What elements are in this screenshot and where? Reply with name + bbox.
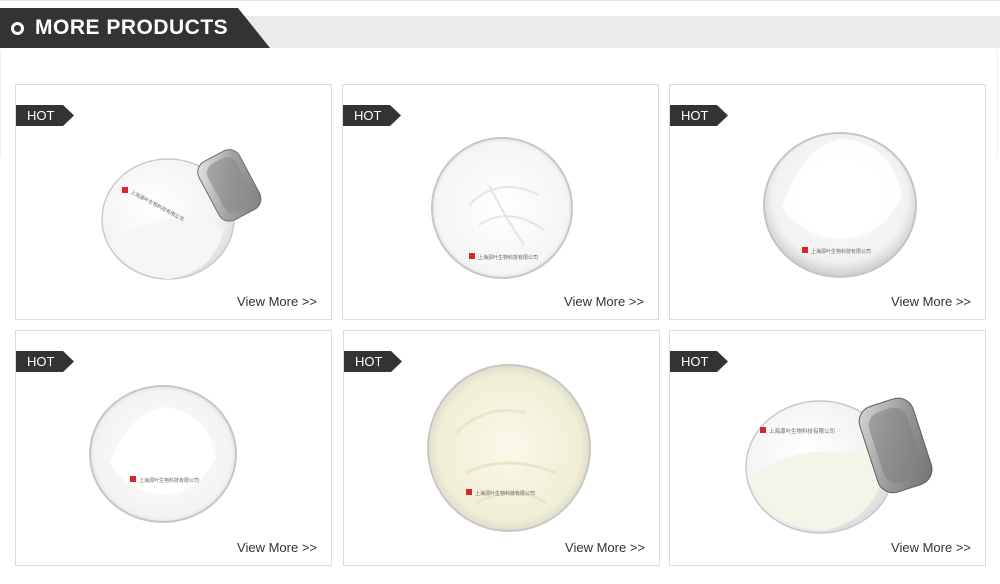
hot-badge: HOT — [670, 351, 728, 372]
brand-logo-icon — [122, 187, 128, 193]
brand-logo-icon — [130, 476, 136, 482]
brand-logo-icon — [466, 489, 472, 495]
hot-badge: HOT — [343, 105, 401, 126]
brand-label: 上海源叶生物科技有限公司 — [811, 248, 871, 255]
view-more-link[interactable]: View More >> — [891, 294, 971, 309]
top-divider — [0, 0, 1000, 1]
product-card[interactable]: HOT 上海源叶生物科技有限公司 View More >> — [669, 330, 986, 566]
brand-label: 上海源叶生物科技有限公司 — [769, 427, 835, 435]
left-divider — [0, 50, 1, 158]
brand-label: 上海源叶生物科技有限公司 — [475, 490, 535, 497]
more-products-section: MORE PRODUCTS HOT 上海源叶生物科技有限公司 View More… — [0, 0, 1000, 584]
product-card[interactable]: HOT 上海源叶生物科技有限公司 View More >> — [343, 330, 660, 566]
right-divider — [997, 50, 998, 158]
view-more-link[interactable]: View More >> — [237, 294, 317, 309]
hot-badge: HOT — [16, 105, 74, 126]
hot-badge: HOT — [16, 351, 74, 372]
view-more-link[interactable]: View More >> — [237, 540, 317, 555]
dish-powder-image[interactable]: 上海源叶生物科技有限公司 — [88, 383, 238, 525]
circle-icon — [11, 21, 24, 35]
section-title: MORE PRODUCTS — [35, 16, 229, 39]
product-card[interactable]: HOT 上海源叶生物科技有限公司 View More >> — [669, 84, 986, 320]
brand-logo-icon — [469, 253, 475, 259]
product-card[interactable]: HOT 上海源叶生物科技有限公司 View More >> — [342, 84, 659, 320]
dish-powder-image[interactable]: 上海源叶生物科技有限公司 — [426, 363, 592, 533]
brand-logo-icon — [760, 427, 766, 433]
brand-logo-icon — [802, 247, 808, 253]
section-header-tab: MORE PRODUCTS — [0, 8, 270, 48]
hot-badge: HOT — [670, 105, 728, 126]
view-more-link[interactable]: View More >> — [564, 294, 644, 309]
view-more-link[interactable]: View More >> — [891, 540, 971, 555]
hot-badge: HOT — [344, 351, 402, 372]
view-more-link[interactable]: View More >> — [565, 540, 645, 555]
jar-powder-image[interactable]: 上海源叶生物科技有限公司 — [744, 367, 944, 539]
brand-label: 上海源叶生物科技有限公司 — [478, 254, 538, 261]
product-card[interactable]: HOT 上海源叶生物科技有限公司 View More >> — [15, 330, 332, 566]
jar-powder-image[interactable]: 上海源叶生物科技有限公司 — [96, 133, 266, 288]
dish-powder-image[interactable]: 上海源叶生物科技有限公司 — [762, 127, 918, 279]
brand-label: 上海源叶生物科技有限公司 — [139, 477, 199, 484]
dish-powder-image[interactable]: 上海源叶生物科技有限公司 — [429, 135, 575, 281]
product-card[interactable]: HOT 上海源叶生物科技有限公司 View More >> — [15, 84, 332, 320]
